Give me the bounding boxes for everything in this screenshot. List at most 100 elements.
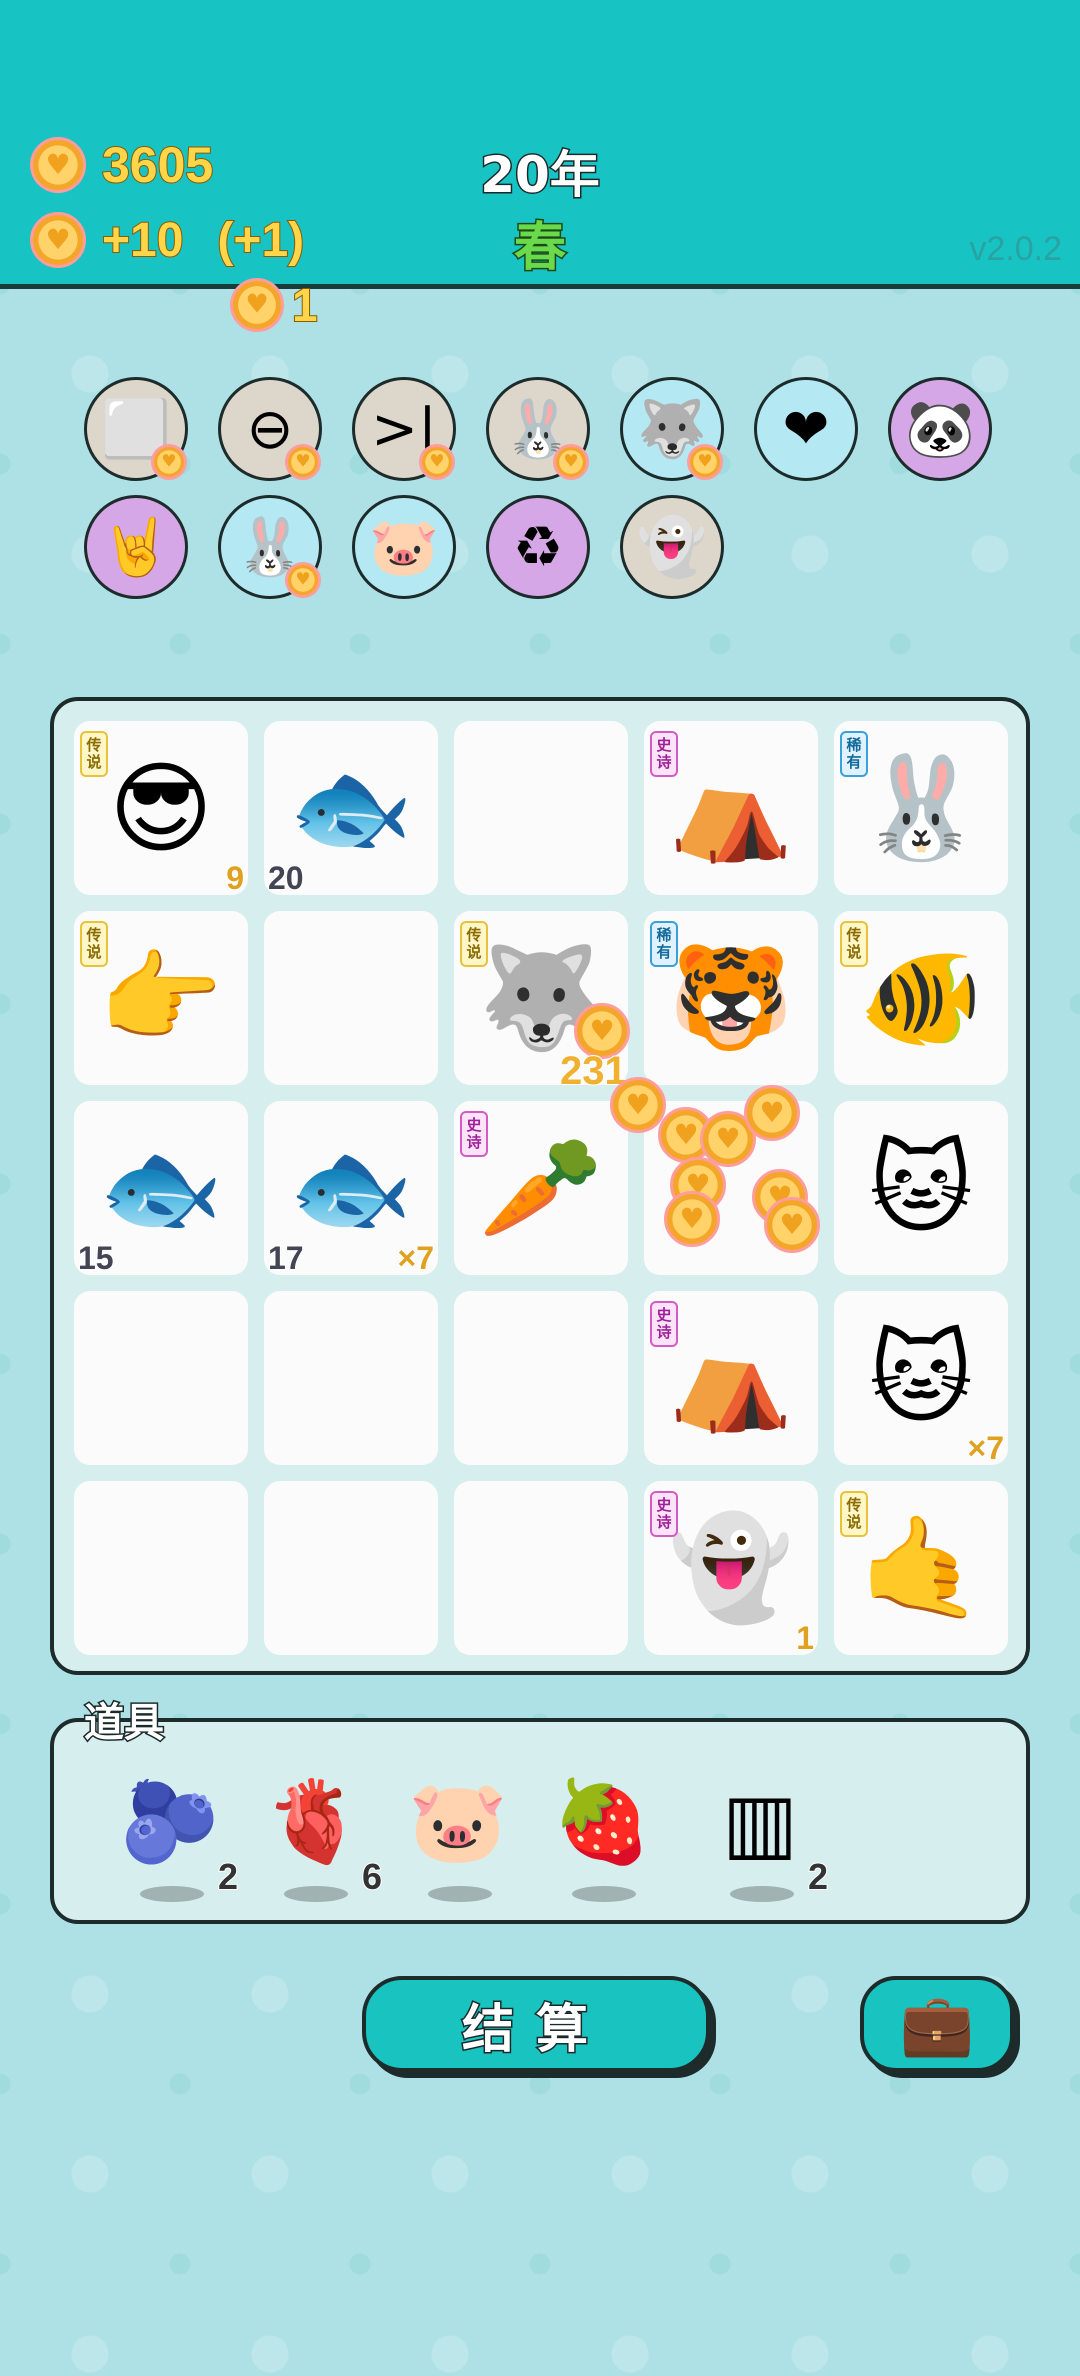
slot-cell[interactable]: 🐱	[834, 1101, 1008, 1275]
piggy-bank-icon: 🐷	[408, 1775, 508, 1868]
small-coin-indicator: 1	[230, 278, 319, 332]
coin-icon	[610, 1077, 666, 1133]
bayberry-icon: 🍓	[552, 1775, 652, 1868]
slot-cell[interactable]: 🐟 20	[264, 721, 438, 897]
top-bar: 3605 +10 (+1) 20年 春 v2.0.2	[0, 0, 1080, 289]
rarity-tag: 史诗	[460, 1111, 488, 1157]
coin-badge-icon	[285, 562, 321, 598]
slot-cell[interactable]	[454, 1481, 628, 1655]
prop-bayberry[interactable]: 🍓	[542, 1762, 662, 1902]
props-panel: 🫐 2 🫀 6 🐷 🍓 ▥ 2	[50, 1718, 1030, 1924]
rarity-tag: 传说	[460, 921, 488, 967]
coin-badge-icon	[419, 444, 455, 480]
prop-shadow	[140, 1886, 204, 1902]
coin-icon	[764, 1197, 820, 1253]
slot-cell[interactable]: 🐠 传说	[834, 911, 1008, 1085]
slot-cell[interactable]	[264, 911, 438, 1085]
coin-badge-icon	[687, 444, 723, 480]
coin-icon	[30, 137, 86, 193]
coin-badge-icon	[285, 444, 321, 480]
slot-cell[interactable]: 🐟 15	[74, 1101, 248, 1277]
item-icon: ⛺	[668, 1319, 794, 1436]
slot-cell[interactable]: 😎 传说 9	[74, 721, 248, 897]
prop-shadow	[572, 1886, 636, 1902]
item-icon: 🐱	[868, 1129, 974, 1247]
item-icon: 🤙	[858, 1509, 984, 1626]
ability-skip[interactable]: >|	[352, 377, 456, 481]
ability-rock-hand[interactable]: 🤘	[84, 495, 188, 599]
rarity-tag: 稀有	[840, 731, 868, 777]
prop-shadow	[284, 1886, 348, 1902]
item-icon: 🐠	[858, 939, 984, 1056]
jars-icon: ▥	[722, 1775, 798, 1869]
coin-count: 3605	[101, 136, 214, 194]
blueberry-icon: 🫐	[120, 1775, 220, 1868]
item-icon: 🐯	[668, 939, 794, 1056]
item-icon: 🐟	[98, 1129, 224, 1246]
rarity-tag: 史诗	[650, 731, 678, 777]
slot-cell[interactable]	[74, 1291, 248, 1465]
slot-cell[interactable]	[454, 721, 628, 895]
ability-ghost[interactable]: 👻	[620, 495, 724, 599]
ability-heart-sign[interactable]: ❤	[754, 377, 858, 481]
prop-count: 6	[361, 1855, 383, 1898]
liver-icon: 🫀	[264, 1775, 364, 1868]
slot-cell[interactable]: 👻 史诗 1	[644, 1481, 818, 1657]
rarity-tag: 传说	[840, 921, 868, 967]
slot-cell[interactable]: ⛺ 史诗	[644, 721, 818, 895]
slot-cell[interactable]: 👉 传说	[74, 911, 248, 1085]
rarity-tag: 传说	[840, 1491, 868, 1537]
slot-cell[interactable]	[454, 1291, 628, 1465]
bag-button[interactable]: 💼	[860, 1976, 1014, 2072]
item-value: 1	[795, 1619, 815, 1657]
item-counter: 17	[267, 1239, 305, 1277]
version-label: v2.0.2	[969, 230, 1062, 268]
piggy-bank-icon: 🐷	[369, 515, 439, 580]
item-value: ×7	[967, 1429, 1006, 1467]
slot-cell[interactable]	[74, 1481, 248, 1655]
coin-badge-icon	[553, 444, 589, 480]
item-icon: 🐟	[288, 749, 414, 866]
slot-cell[interactable]: 🥕 史诗	[454, 1101, 628, 1275]
coin-badge-icon	[151, 444, 187, 480]
ability-recycle[interactable]: ♻	[486, 495, 590, 599]
prop-piggy-bank[interactable]: 🐷	[398, 1762, 518, 1902]
item-icon: 🐰	[858, 749, 984, 866]
prop-jars[interactable]: ▥ 2	[700, 1762, 829, 1902]
slot-cell[interactable]	[264, 1291, 438, 1465]
slot-board: 😎 传说 9 🐟 20 ⛺ 史诗 🐰 稀有 👉 传说 🐺 传说 🐯 稀有 🐠 传说 🐟 15 🐟 17 ×7 🥕 史诗 🐱 ⛺ 史诗…	[50, 697, 1030, 1675]
year-label: 20年	[479, 145, 602, 206]
item-icon: 🥕	[478, 1129, 604, 1246]
rarity-tag: 史诗	[650, 1301, 678, 1347]
ability-cube-stack[interactable]: ⬜	[84, 377, 188, 481]
income-row: +10 (+1)	[30, 212, 305, 268]
slot-cell[interactable]: ⛺ 史诗	[644, 1291, 818, 1465]
ability-rabbit-2[interactable]: 🐰	[218, 495, 322, 599]
ability-minus-circle[interactable]: ⊖	[218, 377, 322, 481]
income-bonus: (+1)	[216, 213, 305, 268]
slot-cell[interactable]: 🐰 稀有	[834, 721, 1008, 895]
prop-liver[interactable]: 🫀 6	[254, 1762, 383, 1902]
briefcase-icon: 💼	[899, 1989, 975, 2060]
ability-piggy-bank[interactable]: 🐷	[352, 495, 456, 599]
panda-icon: 🐼	[905, 397, 975, 462]
slot-cell[interactable]: 🐱 ×7	[834, 1291, 1008, 1467]
prop-count: 2	[217, 1855, 239, 1898]
slot-cell[interactable]: 🐯 稀有	[644, 911, 818, 1085]
item-icon: 🐟	[288, 1129, 414, 1246]
ability-husky[interactable]: 🐺	[620, 377, 724, 481]
coin-icon	[664, 1191, 720, 1247]
prop-blueberry[interactable]: 🫐 2	[110, 1762, 239, 1902]
heart-sign-icon: ❤	[782, 396, 830, 462]
slot-cell[interactable]: 🤙 传说	[834, 1481, 1008, 1655]
slot-cell[interactable]: 🐟 17 ×7	[264, 1101, 438, 1277]
prop-shadow	[730, 1886, 794, 1902]
ability-rabbit[interactable]: 🐰	[486, 377, 590, 481]
rarity-tag: 稀有	[650, 921, 678, 967]
settle-button[interactable]: 结算	[362, 1976, 710, 2072]
rock-hand-icon: 🤘	[101, 515, 171, 580]
slot-cell[interactable]	[264, 1481, 438, 1655]
rarity-tag: 史诗	[650, 1491, 678, 1537]
ability-panda[interactable]: 🐼	[888, 377, 992, 481]
recycle-icon: ♻	[512, 514, 564, 580]
